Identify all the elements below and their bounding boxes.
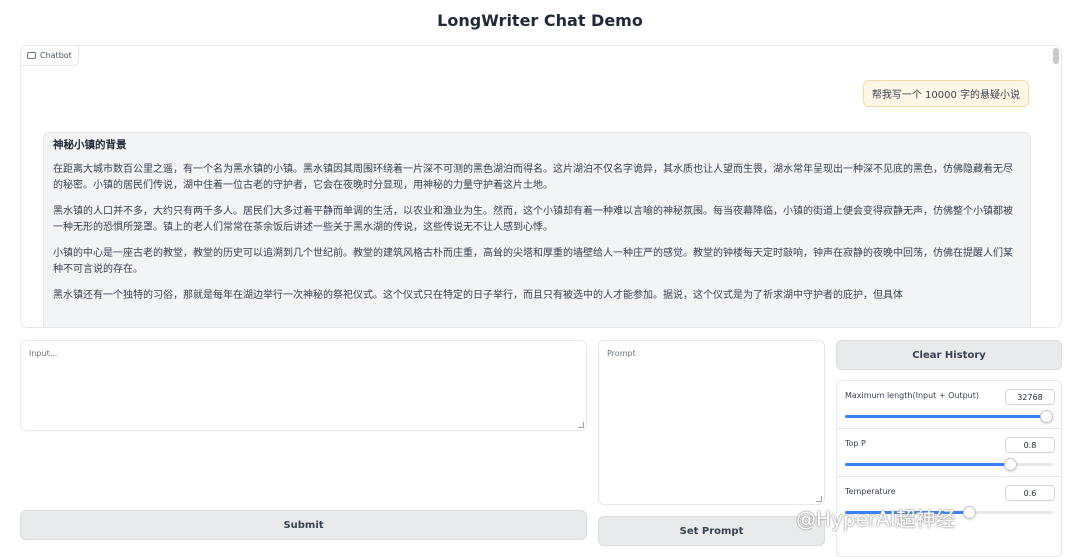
- submit-button[interactable]: Submit: [20, 510, 587, 540]
- temperature-value-input[interactable]: 0.6: [1005, 485, 1055, 501]
- max-length-value-input[interactable]: 32768: [1005, 389, 1055, 405]
- slider-label: Temperature: [845, 487, 896, 496]
- bot-paragraph: 黑水镇的人口并不多，大约只有两千多人。居民们大多过着平静而单调的生活，以农业和渔…: [53, 206, 1013, 233]
- chatbot-label-text: Chatbot: [40, 51, 72, 60]
- bot-message: 神秘小镇的背景 在距离大城市数百公里之遥，有一个名为黑水镇的小镇。黑水镇因其周围…: [43, 132, 1031, 327]
- resize-handle-icon[interactable]: [578, 422, 584, 428]
- set-prompt-button[interactable]: Set Prompt: [598, 516, 825, 546]
- max-length-slider[interactable]: [845, 410, 1053, 423]
- input-placeholder: Input...: [29, 349, 58, 358]
- clear-history-button[interactable]: Clear History: [836, 340, 1062, 370]
- chat-icon: [27, 52, 36, 59]
- prompt-textarea[interactable]: Prompt: [598, 340, 825, 505]
- bot-paragraph: 黑水镇还有一个独特的习俗，那就是每年在湖边举行一次神秘的祭祀仪式。这个仪式只在特…: [53, 290, 903, 301]
- page-title: LongWriter Chat Demo: [437, 11, 643, 30]
- user-message: 帮我写一个 10000 字的悬疑小说: [862, 80, 1029, 107]
- resize-handle-icon[interactable]: [816, 496, 822, 502]
- top-p-slider[interactable]: [845, 458, 1053, 471]
- slider-thumb[interactable]: [1004, 458, 1017, 471]
- chatbot-panel[interactable]: Chatbot 帮我写一个 10000 字的悬疑小说 神秘小镇的背景 在距离大城…: [20, 45, 1062, 328]
- slider-label: Top P: [845, 439, 866, 448]
- chatbot-scrollbar[interactable]: [1053, 48, 1059, 327]
- top-p-value-input[interactable]: 0.8: [1005, 437, 1055, 453]
- bot-paragraph: 在距离大城市数百公里之遥，有一个名为黑水镇的小镇。黑水镇因其周围环绕着一片深不可…: [53, 164, 1013, 191]
- watermark: @HyperAI超神经: [796, 507, 956, 531]
- scrollbar-thumb[interactable]: [1053, 48, 1059, 64]
- chatbot-label: Chatbot: [21, 46, 79, 66]
- top-p-slider-block: Top P 0.8: [837, 429, 1061, 477]
- slider-thumb[interactable]: [963, 506, 976, 519]
- bot-heading: 神秘小镇的背景: [53, 139, 127, 151]
- slider-fill: [845, 463, 1011, 466]
- prompt-placeholder: Prompt: [607, 349, 636, 358]
- slider-label: Maximum length(Input + Output): [845, 391, 979, 400]
- slider-thumb[interactable]: [1040, 410, 1053, 423]
- input-textarea[interactable]: Input...: [20, 340, 587, 431]
- slider-fill: [845, 415, 1053, 418]
- max-length-slider-block: Maximum length(Input + Output) 32768: [837, 381, 1061, 429]
- bot-paragraph: 小镇的中心是一座古老的教堂，教堂的历史可以追溯到几个世纪前。教堂的建筑风格古朴而…: [53, 248, 1013, 275]
